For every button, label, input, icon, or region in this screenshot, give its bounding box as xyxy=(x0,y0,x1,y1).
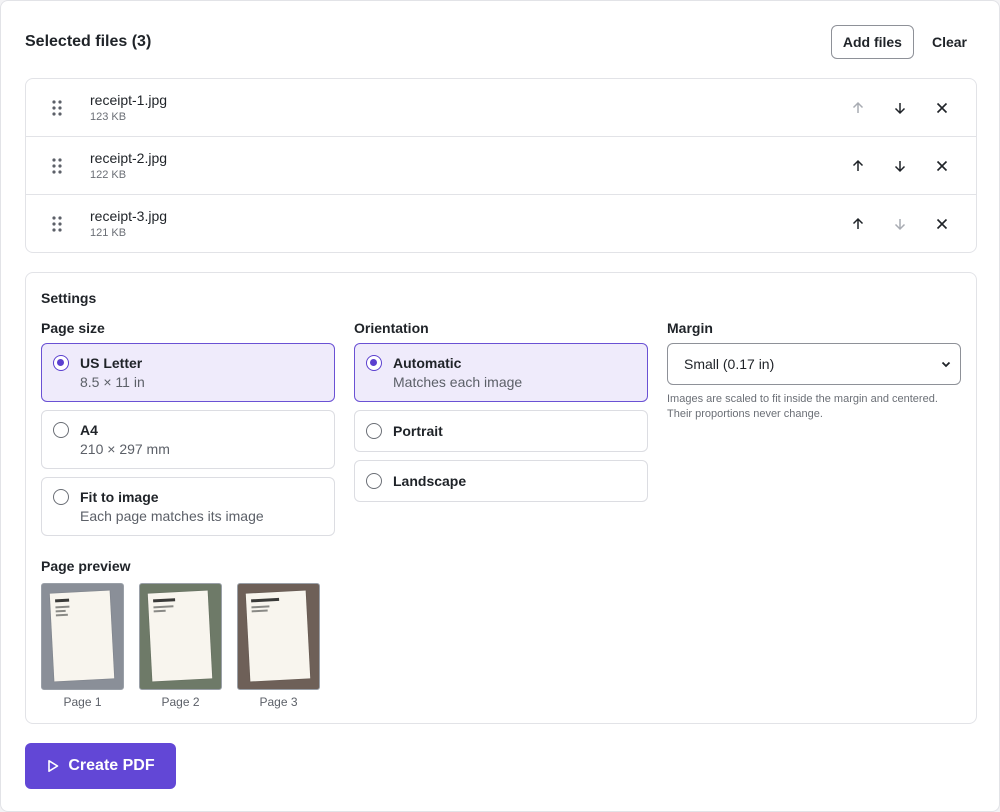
file-name: receipt-3.jpg xyxy=(90,208,168,224)
settings-panel: Settings Page size US Letter 8.5 × 11 in… xyxy=(25,272,977,724)
close-icon xyxy=(936,218,948,230)
arrow-up-icon xyxy=(852,217,864,229)
page-thumbnail: Page 2 xyxy=(139,583,222,709)
page-preview-label: Page preview xyxy=(41,558,131,574)
remove-file-button[interactable] xyxy=(928,94,956,122)
file-row: receipt-3.jpg 121 KB xyxy=(26,195,976,252)
drag-handle-icon[interactable] xyxy=(52,216,62,232)
row-actions xyxy=(844,94,956,122)
app-frame: Selected files (3) Add files Clear recei… xyxy=(0,0,1000,812)
selected-files-heading: Selected files (3) xyxy=(25,33,152,50)
option-title: Automatic xyxy=(393,355,462,371)
create-pdf-label: Create PDF xyxy=(68,757,155,774)
radio-button[interactable] xyxy=(366,355,382,371)
receipt-paper xyxy=(245,590,311,682)
page-thumbnail-label: Page 3 xyxy=(259,695,298,709)
drag-handle-icon[interactable] xyxy=(52,158,62,174)
file-size: 122 KB xyxy=(90,169,127,181)
page-thumbnail-image xyxy=(139,583,222,690)
file-name: receipt-1.jpg xyxy=(90,92,168,108)
close-icon xyxy=(936,160,948,172)
margin-select-value: Small (0.17 in) xyxy=(684,356,775,372)
chevron-down-icon xyxy=(941,361,951,368)
option-title: Landscape xyxy=(393,473,467,489)
margin-group: Margin Small (0.17 in) Images are scaled… xyxy=(667,320,961,422)
orientation-option-landscape[interactable]: Landscape xyxy=(354,460,648,502)
file-info: receipt-1.jpg 123 KB xyxy=(90,91,167,125)
add-files-button[interactable]: Add files xyxy=(830,25,914,59)
orientation-label: Orientation xyxy=(354,320,429,336)
receipt-paper xyxy=(147,590,213,682)
radio-button[interactable] xyxy=(53,489,69,505)
page-size-group: Page size US Letter 8.5 × 11 in A4 210 ×… xyxy=(41,320,335,544)
radio-button[interactable] xyxy=(53,422,69,438)
file-row: receipt-1.jpg 123 KB xyxy=(26,79,976,137)
close-icon xyxy=(936,102,948,114)
remove-file-button[interactable] xyxy=(928,152,956,180)
file-info: receipt-2.jpg 122 KB xyxy=(90,149,167,183)
orientation-group: Orientation Automatic Matches each image… xyxy=(354,320,648,510)
create-pdf-button[interactable]: Create PDF xyxy=(25,743,176,789)
page-size-option-fit-to-image[interactable]: Fit to image Each page matches its image xyxy=(41,477,335,536)
drag-handle-icon[interactable] xyxy=(52,100,62,116)
settings-title: Settings xyxy=(41,290,97,306)
play-icon xyxy=(48,760,59,772)
option-title: US Letter xyxy=(80,355,143,371)
radio-button[interactable] xyxy=(53,355,69,371)
option-subtitle: Matches each image xyxy=(393,374,523,390)
page-thumbnail: Page 1 xyxy=(41,583,124,709)
file-row: receipt-2.jpg 122 KB xyxy=(26,137,976,195)
move-down-button[interactable] xyxy=(886,94,914,122)
row-actions xyxy=(844,152,956,180)
option-subtitle: 210 × 297 mm xyxy=(80,441,170,457)
arrow-down-icon xyxy=(894,219,906,231)
page-thumbnail-image xyxy=(41,583,124,690)
option-subtitle: 8.5 × 11 in xyxy=(80,374,145,390)
arrow-up-icon xyxy=(852,159,864,171)
file-size: 121 KB xyxy=(90,227,127,239)
orientation-option-automatic[interactable]: Automatic Matches each image xyxy=(354,343,648,402)
margin-label: Margin xyxy=(667,320,713,336)
option-title: Fit to image xyxy=(80,489,159,505)
margin-help-text: Images are scaled to fit inside the marg… xyxy=(667,393,938,420)
move-down-button[interactable] xyxy=(886,210,914,238)
page-thumbnail: Page 3 xyxy=(237,583,320,709)
option-title: Portrait xyxy=(393,423,443,439)
option-subtitle: Each page matches its image xyxy=(80,508,264,524)
clear-button[interactable]: Clear xyxy=(924,25,975,59)
orientation-option-portrait[interactable]: Portrait xyxy=(354,410,648,452)
file-name: receipt-2.jpg xyxy=(90,150,168,166)
move-down-button[interactable] xyxy=(886,152,914,180)
arrow-down-icon xyxy=(894,103,906,115)
page-preview-list: Page 1 Page 2 Page 3 xyxy=(41,583,320,709)
page-thumbnail-label: Page 2 xyxy=(161,695,200,709)
header-actions: Add files Clear xyxy=(830,25,975,59)
receipt-paper xyxy=(49,590,115,682)
page-thumbnail-label: Page 1 xyxy=(63,695,102,709)
move-up-button[interactable] xyxy=(844,210,872,238)
page-size-option-us-letter[interactable]: US Letter 8.5 × 11 in xyxy=(41,343,335,402)
remove-file-button[interactable] xyxy=(928,210,956,238)
page-size-option-a4[interactable]: A4 210 × 297 mm xyxy=(41,410,335,469)
file-size: 123 KB xyxy=(90,111,127,123)
arrow-down-icon xyxy=(894,161,906,173)
radio-button[interactable] xyxy=(366,473,382,489)
row-actions xyxy=(844,210,956,238)
files-header: Selected files (3) Add files Clear xyxy=(25,25,975,59)
page-size-label: Page size xyxy=(41,320,105,336)
margin-select[interactable]: Small (0.17 in) xyxy=(667,343,961,385)
move-up-button[interactable] xyxy=(844,94,872,122)
radio-button[interactable] xyxy=(366,423,382,439)
page-thumbnail-image xyxy=(237,583,320,690)
option-title: A4 xyxy=(80,422,98,438)
move-up-button[interactable] xyxy=(844,152,872,180)
arrow-up-icon xyxy=(852,101,864,113)
file-info: receipt-3.jpg 121 KB xyxy=(90,207,167,241)
file-list: receipt-1.jpg 123 KB receipt-2.jpg 122 K… xyxy=(25,78,977,253)
